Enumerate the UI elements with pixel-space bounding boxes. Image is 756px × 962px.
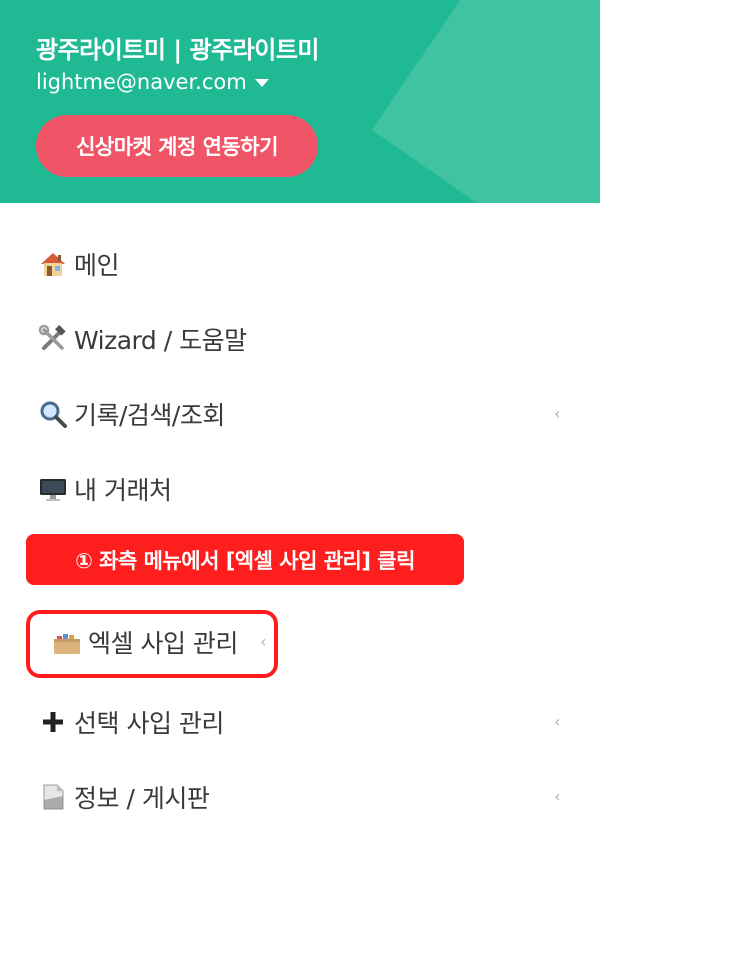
document-icon xyxy=(43,784,64,810)
menu-item-main[interactable]: 메인 xyxy=(38,244,568,284)
chevron-left-icon: ‹ xyxy=(554,787,560,806)
menu-item-label: 내 거래처 xyxy=(74,476,172,505)
account-name: 광주라이트미 | 광주라이트미 xyxy=(36,36,319,64)
header-decoration xyxy=(372,0,600,203)
link-account-button[interactable]: 신상마켓 계정 연동하기 xyxy=(36,115,318,177)
menu-item-label: 메인 xyxy=(74,251,120,280)
account-email-text: lightme@naver.com xyxy=(36,70,247,94)
menu-item-label: 정보 / 게시판 xyxy=(74,784,210,813)
menu-item-records-search[interactable]: 기록/검색/조회 ‹ xyxy=(38,394,568,434)
account-header: 광주라이트미 | 광주라이트미 lightme@naver.com 신상마켓 계… xyxy=(0,0,600,203)
plus-icon xyxy=(43,712,63,732)
chevron-left-icon: ‹ xyxy=(554,404,560,423)
menu-item-label: Wizard / 도움말 xyxy=(74,326,247,355)
menu-item-label: 기록/검색/조회 xyxy=(74,401,225,430)
menu-item-label: 엑셀 사입 관리 xyxy=(88,629,238,658)
caret-down-icon xyxy=(254,79,269,87)
chevron-left-icon: ‹ xyxy=(260,632,266,651)
menu-item-label: 선택 사입 관리 xyxy=(74,709,224,738)
box-icon xyxy=(54,634,80,654)
menu-item-select-purchase[interactable]: 선택 사입 관리 ‹ xyxy=(38,702,568,742)
menu-item-info-board[interactable]: 정보 / 게시판 ‹ xyxy=(38,777,568,817)
chevron-left-icon: ‹ xyxy=(554,712,560,731)
menu-item-my-partners[interactable]: 내 거래처 xyxy=(38,469,568,509)
instruction-callout: ① 좌측 메뉴에서 [엑셀 사입 관리] 클릭 xyxy=(26,534,464,585)
hammer-and-wrench-icon xyxy=(38,324,66,350)
account-email-dropdown[interactable]: lightme@naver.com xyxy=(36,70,269,94)
desktop-computer-icon xyxy=(40,479,66,501)
menu-item-wizard-help[interactable]: Wizard / 도움말 xyxy=(38,319,568,359)
menu-item-excel-purchase[interactable]: 엑셀 사입 관리 ‹ xyxy=(52,622,266,662)
magnifier-icon xyxy=(40,401,67,428)
house-icon xyxy=(41,253,65,276)
